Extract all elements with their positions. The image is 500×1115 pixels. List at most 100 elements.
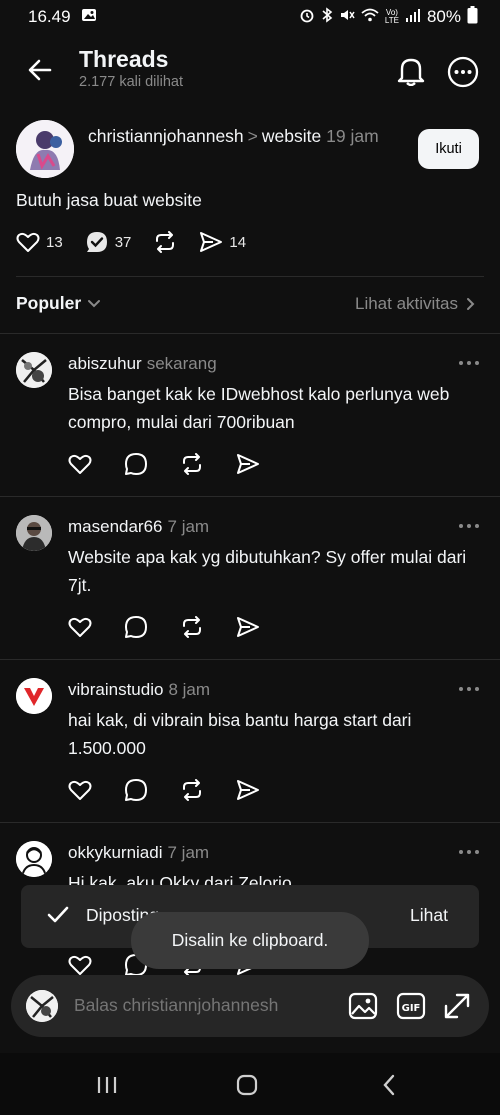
send-icon[interactable] [236, 615, 260, 639]
mute-icon [339, 7, 355, 28]
divider [0, 659, 500, 660]
system-back-button[interactable] [374, 1070, 404, 1100]
heart-icon[interactable] [68, 778, 92, 802]
avatar[interactable] [16, 120, 74, 178]
send-icon [200, 232, 223, 252]
check-icon [47, 905, 69, 930]
reply-more-button[interactable] [456, 515, 482, 537]
heart-icon[interactable] [68, 615, 92, 639]
comment-icon[interactable] [124, 452, 148, 476]
reply-username[interactable]: abiszuhur [68, 354, 142, 373]
reply-header: abiszuhur sekarang [68, 354, 217, 374]
heart-icon[interactable] [68, 452, 92, 476]
arrow-left-icon [28, 59, 52, 81]
status-bar: 16.49 Vo) LTE 80% [0, 0, 500, 34]
divider [0, 496, 500, 497]
repost-icon[interactable] [180, 452, 204, 476]
gif-icon: GIF [396, 992, 426, 1020]
recent-apps-button[interactable] [92, 1070, 122, 1100]
gif-button[interactable]: GIF [395, 990, 427, 1022]
send-icon[interactable] [236, 452, 260, 476]
post-time: 19 jam [326, 126, 379, 146]
chevron-right-icon [467, 298, 475, 310]
notification-button[interactable] [392, 52, 430, 90]
svg-text:GIF: GIF [402, 1003, 421, 1014]
signal-icon [405, 7, 421, 27]
post-actions: 13 37 14 [16, 230, 268, 254]
avatar [26, 990, 58, 1022]
heart-icon [16, 232, 40, 252]
recent-apps-icon [97, 1077, 117, 1093]
divider [0, 333, 500, 334]
reply-item: abiszuhur sekarang Bisa banget kak ke IDw… [0, 352, 500, 482]
system-nav-bar [0, 1053, 500, 1115]
avatar[interactable] [16, 352, 52, 388]
repost-icon[interactable] [180, 615, 204, 639]
reply-bubble-check-icon [86, 232, 107, 252]
activity-label: Lihat aktivitas [355, 294, 458, 313]
divider [0, 822, 500, 823]
post-topic[interactable]: website [262, 126, 321, 146]
post-meta: christiannjohannesh > website 19 jam [88, 122, 408, 150]
more-circle-icon [447, 56, 479, 88]
header: Threads 2.177 kali dilihat [0, 40, 500, 100]
sort-dropdown[interactable]: Populer [16, 293, 101, 314]
avatar[interactable] [16, 515, 52, 551]
reply-button[interactable]: 37 [85, 230, 132, 254]
home-button[interactable] [232, 1070, 262, 1100]
volte-icon: Vo) LTE [384, 8, 399, 25]
reply-text: Bisa banget kak ke IDwebhost kalo perlun… [68, 384, 450, 432]
bell-icon [397, 58, 425, 86]
image-icon [348, 992, 378, 1020]
send-icon[interactable] [236, 778, 260, 802]
reply-actions [68, 452, 260, 476]
like-button[interactable]: 13 [16, 231, 63, 253]
reply-more-button[interactable] [456, 678, 482, 700]
comment-icon[interactable] [124, 615, 148, 639]
reply-actions [68, 778, 260, 802]
view-activity-link[interactable]: Lihat aktivitas [355, 294, 476, 314]
divider [16, 276, 484, 277]
reply-count: 37 [114, 233, 132, 251]
sort-row: Populer Lihat aktivitas [0, 290, 500, 320]
avatar[interactable] [16, 841, 52, 877]
repost-button[interactable] [153, 231, 177, 253]
status-time: 16.49 [28, 7, 71, 26]
share-count: 14 [229, 233, 247, 251]
wifi-icon [361, 7, 379, 28]
reply-more-button[interactable] [456, 352, 482, 374]
reply-item: vibrainstudio 8 jam hai kak, di vibrain b… [0, 678, 500, 808]
reply-composer: GIF [11, 975, 489, 1037]
follow-button[interactable]: Ikuti [418, 129, 479, 169]
back-button[interactable] [22, 52, 58, 88]
comment-icon[interactable] [124, 778, 148, 802]
reply-username[interactable]: vibrainstudio [68, 680, 163, 699]
more-options-button[interactable] [443, 52, 483, 92]
sort-label: Populer [16, 293, 82, 313]
more-horizontal-icon [459, 361, 479, 365]
reply-username[interactable]: okkykurniadi [68, 843, 163, 862]
alarm-icon [299, 7, 315, 28]
post-username[interactable]: christiannjohannesh [88, 126, 244, 146]
reply-input[interactable] [74, 995, 334, 1016]
battery-icon [467, 5, 478, 29]
page-title: Threads [79, 46, 169, 72]
reply-more-button[interactable] [456, 841, 482, 863]
expand-icon [444, 993, 470, 1019]
post-text: Butuh jasa buat website [16, 190, 202, 210]
chevron-right-icon: > [247, 126, 258, 146]
repost-icon[interactable] [180, 778, 204, 802]
image-attach-button[interactable] [347, 990, 379, 1022]
view-post-button[interactable]: Lihat [410, 905, 448, 926]
more-horizontal-icon [459, 850, 479, 854]
reply-text: Website apa kak yg dibutuhkan? Sy offer … [68, 547, 467, 595]
reply-username[interactable]: masendar66 [68, 517, 163, 536]
reply-text: hai kak, di vibrain bisa bantu harga sta… [68, 710, 412, 758]
image-icon [81, 7, 97, 28]
chevron-left-icon [383, 1074, 395, 1096]
expand-button[interactable] [441, 990, 473, 1022]
heart-icon[interactable] [68, 953, 92, 977]
avatar[interactable] [16, 678, 52, 714]
more-horizontal-icon [459, 524, 479, 528]
share-button[interactable]: 14 [199, 231, 246, 253]
